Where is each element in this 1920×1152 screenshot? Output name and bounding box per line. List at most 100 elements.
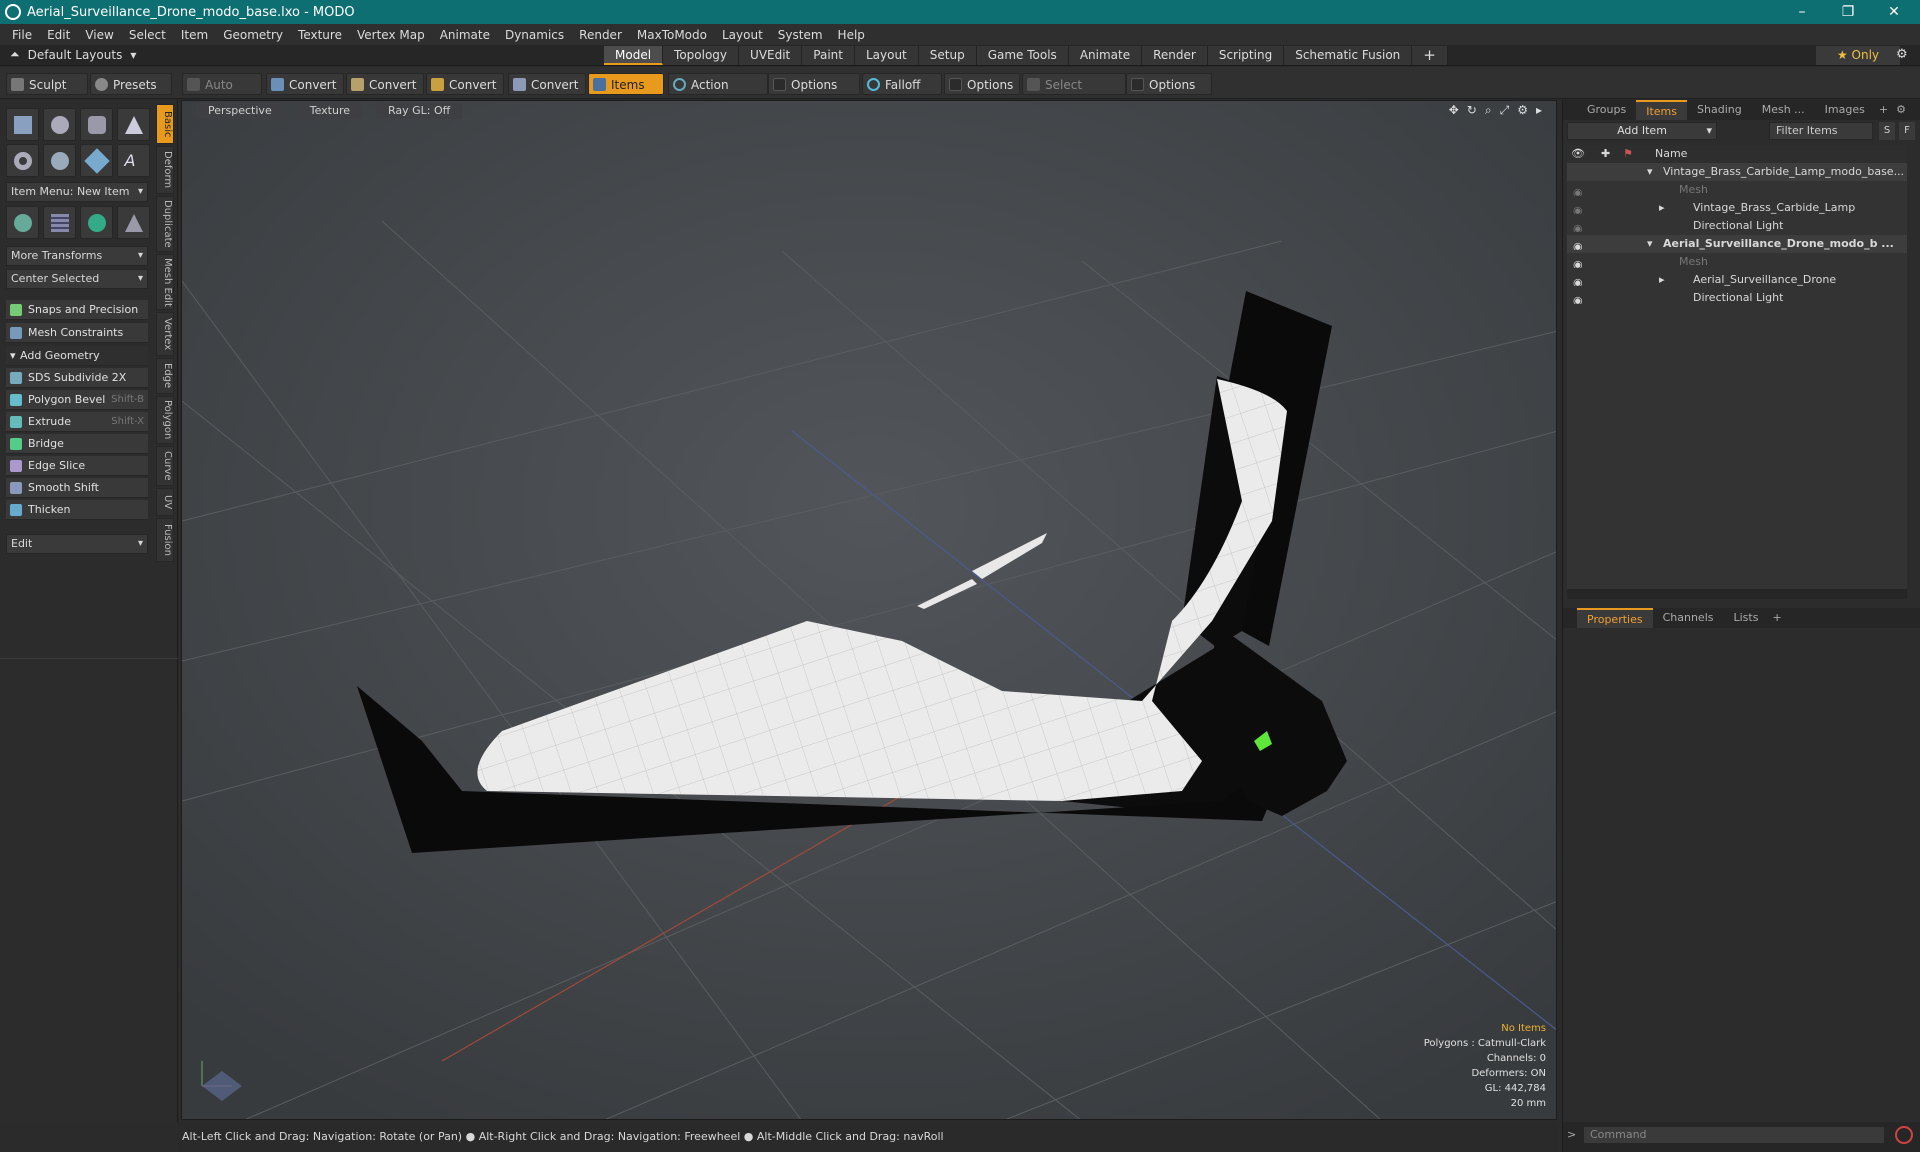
- tool-bridge[interactable]: Bridge: [6, 434, 148, 454]
- menu-maxtomodo[interactable]: MaxToModo: [637, 28, 707, 42]
- menu-edit[interactable]: Edit: [47, 28, 70, 42]
- expand-icon[interactable]: ▾: [1647, 163, 1653, 181]
- cone-button[interactable]: [117, 108, 150, 141]
- convert-edges-button[interactable]: Convert: [346, 73, 424, 95]
- visibility-icon[interactable]: ◉: [1573, 292, 1585, 304]
- texture-button[interactable]: Texture: [297, 103, 362, 119]
- tab-items[interactable]: Items: [1636, 100, 1688, 120]
- gear-icon[interactable]: ⚙: [1896, 47, 1908, 62]
- falloff-button[interactable]: Falloff: [862, 73, 942, 95]
- vtab-edge[interactable]: Edge: [156, 358, 174, 394]
- visibility-icon[interactable]: ◉: [1573, 256, 1585, 268]
- vtab-duplicate[interactable]: Duplicate: [156, 196, 174, 252]
- tool-sds-subdivide[interactable]: SDS Subdivide 2X: [6, 368, 148, 388]
- tab-paint[interactable]: Paint: [802, 46, 855, 65]
- cylinder-button[interactable]: [80, 108, 113, 141]
- tab-render[interactable]: Render: [1142, 46, 1208, 65]
- grid-button[interactable]: [43, 206, 76, 239]
- edit-dropdown[interactable]: Edit: [6, 534, 148, 554]
- command-input[interactable]: Command: [1583, 1126, 1885, 1144]
- tab-channels[interactable]: Channels: [1653, 608, 1724, 628]
- menu-dynamics[interactable]: Dynamics: [505, 28, 564, 42]
- tree-scrollbar[interactable]: [1567, 589, 1907, 599]
- action-center-button[interactable]: Action Center: [668, 73, 768, 114]
- more-transforms-dropdown[interactable]: More Transforms: [6, 246, 148, 266]
- vtab-polygon[interactable]: Polygon: [156, 396, 174, 444]
- filter-f-button[interactable]: F: [1899, 122, 1915, 140]
- globe-button[interactable]: [80, 206, 113, 239]
- menu-item[interactable]: Item: [181, 28, 208, 42]
- tab-game-tools[interactable]: Game Tools: [976, 46, 1069, 65]
- cube-button[interactable]: [6, 108, 39, 141]
- select-through-button[interactable]: Select Through: [1022, 73, 1126, 114]
- rotate-icon[interactable]: ↻: [1467, 103, 1477, 118]
- vtab-fusion[interactable]: Fusion: [156, 518, 174, 562]
- 3d-viewport[interactable]: Perspective Texture Ray GL: Off ✥ ↻ ⌕ ⤢ …: [181, 100, 1557, 1120]
- options-button-1[interactable]: Options: [768, 73, 860, 95]
- tree-row[interactable]: ◉ ▸ Vintage_Brass_Carbide_Lamp: [1567, 199, 1907, 217]
- sculpt-button[interactable]: Sculpt: [6, 73, 88, 95]
- expand-icon[interactable]: ▸: [1659, 199, 1665, 217]
- menu-animate[interactable]: Animate: [440, 28, 490, 42]
- torus-button[interactable]: [6, 144, 39, 177]
- tool-smooth-shift[interactable]: Smooth Shift: [6, 478, 148, 498]
- convert-vertices-button[interactable]: Convert: [266, 73, 344, 95]
- tab-lists[interactable]: Lists: [1724, 608, 1769, 628]
- tab-uvedit[interactable]: UVEdit: [739, 46, 803, 65]
- snaps-button[interactable]: Snaps and Precision: [6, 300, 148, 320]
- tool-polygon-bevel[interactable]: Polygon Bevel Shift-B: [6, 390, 148, 410]
- vtab-deform[interactable]: Deform: [156, 146, 174, 194]
- close-button[interactable]: ✕: [1872, 0, 1916, 24]
- move-icon[interactable]: ✥: [1449, 103, 1459, 118]
- menu-vertex-map[interactable]: Vertex Map: [357, 28, 425, 42]
- vtab-basic[interactable]: Basic: [156, 104, 174, 144]
- tab-model[interactable]: Model: [604, 46, 664, 65]
- menu-texture[interactable]: Texture: [298, 28, 342, 42]
- text-button[interactable]: A: [117, 144, 150, 177]
- filter-s-button[interactable]: S: [1879, 122, 1895, 140]
- tool-extrude[interactable]: Extrude Shift-X: [6, 412, 148, 432]
- tree-row[interactable]: ◉ ▾ Aerial_Surveillance_Drone_modo_b ...: [1567, 235, 1907, 253]
- center-selected-dropdown[interactable]: Center Selected: [6, 269, 148, 289]
- items-mode-button[interactable]: Items: [588, 73, 664, 95]
- mesh-constraints-button[interactable]: Mesh Constraints: [6, 323, 148, 343]
- maximize-button[interactable]: ❐: [1826, 0, 1870, 24]
- minimize-button[interactable]: –: [1780, 0, 1824, 24]
- menu-layout[interactable]: Layout: [722, 28, 763, 42]
- only-button[interactable]: ★ Only: [1816, 46, 1900, 65]
- menu-select[interactable]: Select: [129, 28, 166, 42]
- visibility-icon[interactable]: ◉: [1573, 184, 1585, 196]
- tree-row[interactable]: ◉ Directional Light: [1567, 217, 1907, 235]
- add-tab-icon[interactable]: +: [1875, 100, 1892, 120]
- visibility-icon[interactable]: ◉: [1573, 238, 1585, 250]
- filter-items-input[interactable]: Filter Items: [1769, 122, 1873, 140]
- panel-gear-icon[interactable]: ⚙: [1892, 100, 1910, 120]
- tab-mesh[interactable]: Mesh ...: [1752, 100, 1815, 120]
- add-tab-button[interactable]: +: [1412, 46, 1448, 65]
- vtab-vertex[interactable]: Vertex: [156, 312, 174, 356]
- menu-view[interactable]: View: [85, 28, 113, 42]
- vtab-curve[interactable]: Curve: [156, 446, 174, 486]
- options-button-2[interactable]: Options: [944, 73, 1020, 95]
- tool-edge-slice[interactable]: Edge Slice: [6, 456, 148, 476]
- expand-icon[interactable]: ▸: [1659, 271, 1665, 289]
- perspective-button[interactable]: Perspective: [196, 103, 284, 119]
- viewport-gear-icon[interactable]: ⚙: [1517, 103, 1528, 118]
- vtab-mesh-edit[interactable]: Mesh Edit: [156, 254, 174, 310]
- tree-row[interactable]: ◉ Mesh: [1567, 253, 1907, 271]
- tab-layout[interactable]: Layout: [854, 46, 919, 65]
- record-icon[interactable]: [1895, 1126, 1913, 1144]
- tab-properties[interactable]: Properties: [1577, 608, 1653, 628]
- tree-row[interactable]: ◉ ▸ Aerial_Surveillance_Drone: [1567, 271, 1907, 289]
- zoom-icon[interactable]: ⌕: [1485, 103, 1492, 118]
- menu-file[interactable]: File: [12, 28, 32, 42]
- pyramid-button[interactable]: [117, 206, 150, 239]
- visibility-icon[interactable]: ◉: [1573, 220, 1585, 232]
- menu-system[interactable]: System: [778, 28, 823, 42]
- presets-button[interactable]: Presets F6: [90, 73, 172, 114]
- tab-topology[interactable]: Topology: [663, 46, 740, 65]
- sphere-button[interactable]: [43, 108, 76, 141]
- tab-scripting[interactable]: Scripting: [1207, 46, 1285, 65]
- auto-select-button[interactable]: Auto Select: [182, 73, 262, 114]
- tab-images[interactable]: Images: [1815, 100, 1875, 120]
